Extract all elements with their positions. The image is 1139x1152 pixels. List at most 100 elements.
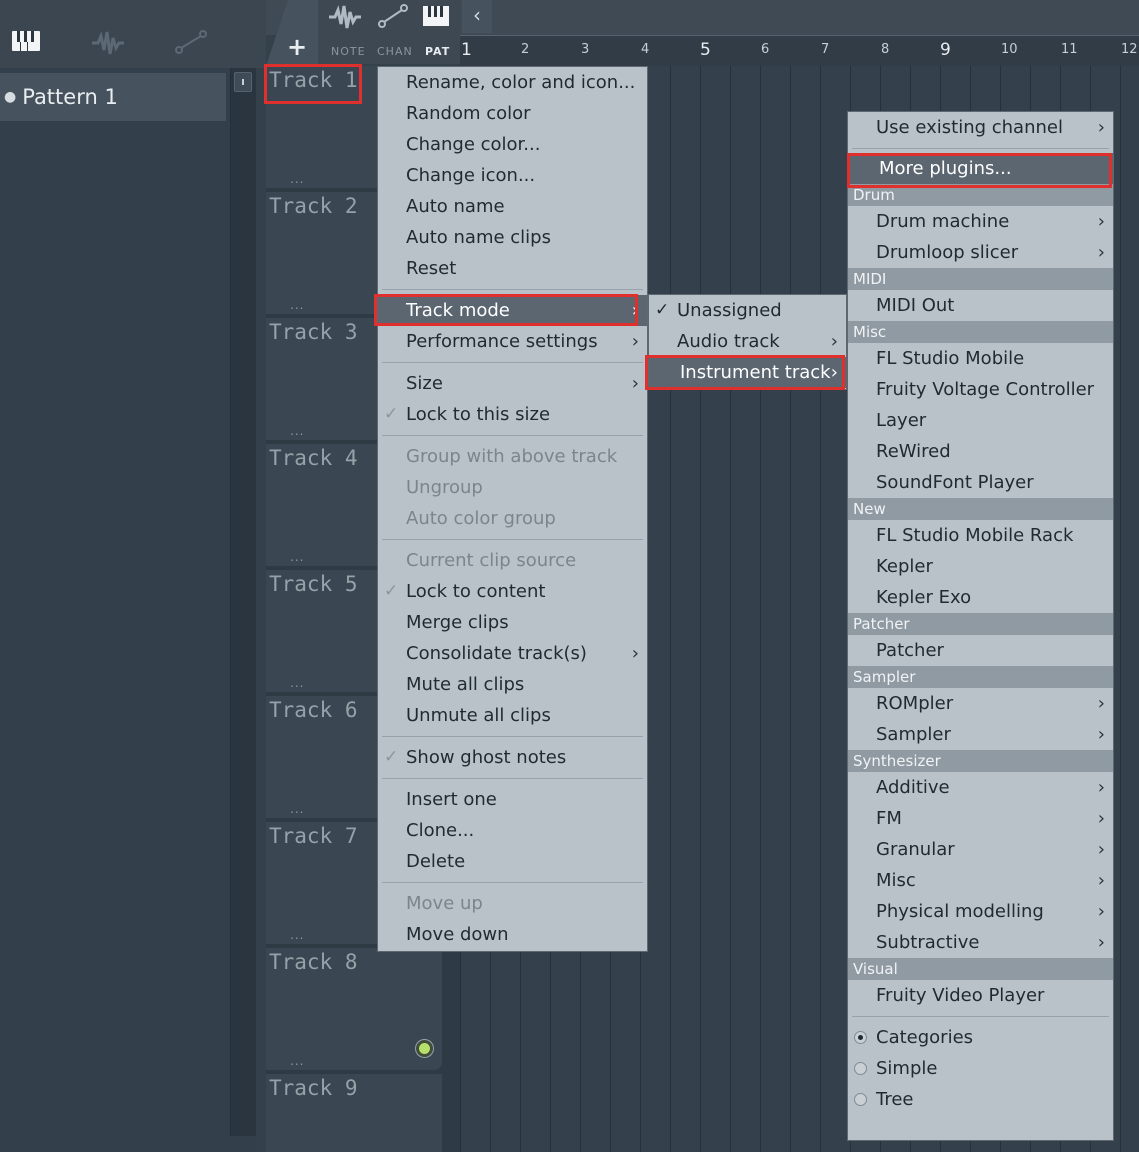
- menu-item-granular[interactable]: Granular ›: [848, 834, 1113, 865]
- check-icon: ✓: [384, 747, 399, 767]
- browser-scrollbar[interactable]: [230, 68, 256, 1136]
- scrollbar-thumb[interactable]: [234, 72, 252, 92]
- menu-item-show-ghost-notes[interactable]: ✓ Show ghost notes: [378, 742, 647, 773]
- menu-item-change-icon[interactable]: Change icon...: [378, 160, 647, 191]
- menu-item-change-color[interactable]: Change color...: [378, 129, 647, 160]
- chan-icon[interactable]: [378, 4, 408, 28]
- menu-item-additive[interactable]: Additive ›: [848, 772, 1113, 803]
- track-label[interactable]: Track 2: [269, 194, 358, 218]
- pat-icon[interactable]: [422, 5, 450, 27]
- menu-item-drum-machine[interactable]: Drum machine ›: [848, 206, 1113, 237]
- ruler-tick: 12: [1121, 42, 1138, 57]
- menu-item-unassigned[interactable]: ✓ Unassigned: [649, 295, 846, 326]
- menu-item-current-clip-source: Current clip source: [406, 550, 577, 571]
- note-icon[interactable]: [327, 4, 363, 30]
- menu-item-patcher[interactable]: Patcher: [848, 635, 1113, 666]
- chevron-right-icon: ›: [1097, 870, 1105, 891]
- menu-separator: [378, 430, 647, 441]
- menu-item-layer[interactable]: Layer: [848, 405, 1113, 436]
- menu-item-clone[interactable]: Clone...: [378, 815, 647, 846]
- menu-item-rewired[interactable]: ReWired: [848, 436, 1113, 467]
- radio-selected-icon[interactable]: [854, 1031, 867, 1044]
- menu-item-lock-to-size[interactable]: ✓ Lock to this size: [378, 399, 647, 430]
- timeline-ruler[interactable]: 1 2 3 4 5 6 7 8 9 10 11 12: [460, 35, 1139, 66]
- menu-item-performance-settings[interactable]: Performance settings ›: [378, 326, 647, 357]
- menu-item-unmute-all[interactable]: Unmute all clips: [378, 700, 647, 731]
- track-menu-dots[interactable]: ...: [290, 298, 304, 312]
- menu-item-size[interactable]: Size ›: [378, 368, 647, 399]
- menu-item-delete[interactable]: Delete: [378, 846, 647, 877]
- menu-item-fm[interactable]: FM ›: [848, 803, 1113, 834]
- bullet-icon: ●: [4, 89, 17, 105]
- tab-chan[interactable]: CHAN: [377, 45, 413, 58]
- track-label[interactable]: Track 6: [269, 698, 358, 722]
- view-mode-tree[interactable]: Tree: [848, 1084, 1113, 1115]
- menu-item-random-color[interactable]: Random color: [378, 98, 647, 129]
- menu-item-track-mode[interactable]: Track mode ›: [378, 295, 647, 326]
- scroll-left-button[interactable]: ‹: [462, 0, 492, 33]
- pattern-item[interactable]: ● Pattern 1: [0, 73, 226, 121]
- track-menu-dots[interactable]: ...: [290, 550, 304, 564]
- menu-item-physical-modelling[interactable]: Physical modelling ›: [848, 896, 1113, 927]
- track-menu-dots[interactable]: ...: [290, 172, 304, 186]
- menu-item-kepler-exo[interactable]: Kepler Exo: [848, 582, 1113, 613]
- menu-item-lock-to-content[interactable]: ✓ Lock to content: [378, 576, 647, 607]
- menu-item-misc[interactable]: Misc ›: [848, 865, 1113, 896]
- menu-item-consolidate[interactable]: Consolidate track(s) ›: [378, 638, 647, 669]
- menu-item-soundfont[interactable]: SoundFont Player: [848, 467, 1113, 498]
- waveform-icon[interactable]: [90, 30, 126, 56]
- track-label[interactable]: Track 5: [269, 572, 358, 596]
- track-label[interactable]: Track 4: [269, 446, 358, 470]
- track-label[interactable]: Track 9: [269, 1076, 358, 1100]
- menu-item-mute-all[interactable]: Mute all clips: [378, 669, 647, 700]
- radio-icon[interactable]: [854, 1062, 867, 1075]
- pattern-label: Pattern 1: [22, 85, 118, 109]
- menu-item-move-down[interactable]: Move down: [378, 919, 647, 950]
- section-header: Sampler: [848, 666, 1113, 688]
- menu-item-rename[interactable]: Rename, color and icon...: [378, 67, 647, 98]
- menu-item-sampler[interactable]: Sampler ›: [848, 719, 1113, 750]
- menu-item-audio-track[interactable]: Audio track ›: [649, 326, 846, 357]
- track-header[interactable]: Track 8 ...: [266, 948, 442, 1070]
- menu-separator: [378, 534, 647, 545]
- menu-item-use-existing-channel[interactable]: Use existing channel ›: [848, 112, 1113, 143]
- section-header: Drum: [848, 184, 1113, 206]
- menu-item-reset[interactable]: Reset: [378, 253, 647, 284]
- track-label[interactable]: Track 7: [269, 824, 358, 848]
- tab-pat[interactable]: PAT: [425, 45, 450, 58]
- add-track-button[interactable]: +: [287, 33, 307, 61]
- track-label[interactable]: Track 1: [269, 68, 358, 92]
- menu-item-insert-one[interactable]: Insert one: [378, 784, 647, 815]
- track-led-icon[interactable]: [416, 1040, 433, 1057]
- track-menu-dots[interactable]: ...: [290, 424, 304, 438]
- track-menu-dots[interactable]: ...: [290, 802, 304, 816]
- menu-item-fl-studio-mobile[interactable]: FL Studio Mobile: [848, 343, 1113, 374]
- menu-item-auto-name-clips[interactable]: Auto name clips: [378, 222, 647, 253]
- menu-item-instrument-track[interactable]: Instrument track ›: [649, 357, 846, 388]
- radio-icon[interactable]: [854, 1093, 867, 1106]
- menu-item-merge-clips[interactable]: Merge clips: [378, 607, 647, 638]
- tab-note[interactable]: NOTE: [331, 45, 366, 58]
- menu-item-midi-out[interactable]: MIDI Out: [848, 290, 1113, 321]
- automation-icon[interactable]: [175, 30, 207, 54]
- menu-separator: [378, 284, 647, 295]
- track-header[interactable]: Track 9: [266, 1074, 442, 1152]
- ruler-tick: 8: [881, 42, 890, 57]
- track-menu-dots[interactable]: ...: [290, 1054, 304, 1068]
- track-menu-dots[interactable]: ...: [290, 676, 304, 690]
- track-label[interactable]: Track 3: [269, 320, 358, 344]
- menu-item-fruity-voltage[interactable]: Fruity Voltage Controller: [848, 374, 1113, 405]
- menu-item-auto-name[interactable]: Auto name: [378, 191, 647, 222]
- menu-item-more-plugins[interactable]: More plugins...: [848, 153, 1113, 184]
- track-label[interactable]: Track 8: [269, 950, 358, 974]
- piano-icon[interactable]: [11, 30, 41, 54]
- menu-item-drumloop-slicer[interactable]: Drumloop slicer ›: [848, 237, 1113, 268]
- view-mode-categories[interactable]: Categories: [848, 1022, 1113, 1053]
- menu-item-fl-mobile-rack[interactable]: FL Studio Mobile Rack: [848, 520, 1113, 551]
- menu-item-rompler[interactable]: ROMpler ›: [848, 688, 1113, 719]
- view-mode-simple[interactable]: Simple: [848, 1053, 1113, 1084]
- track-menu-dots[interactable]: ...: [290, 928, 304, 942]
- menu-item-fruity-video[interactable]: Fruity Video Player: [848, 980, 1113, 1011]
- menu-item-kepler[interactable]: Kepler: [848, 551, 1113, 582]
- menu-item-subtractive[interactable]: Subtractive ›: [848, 927, 1113, 958]
